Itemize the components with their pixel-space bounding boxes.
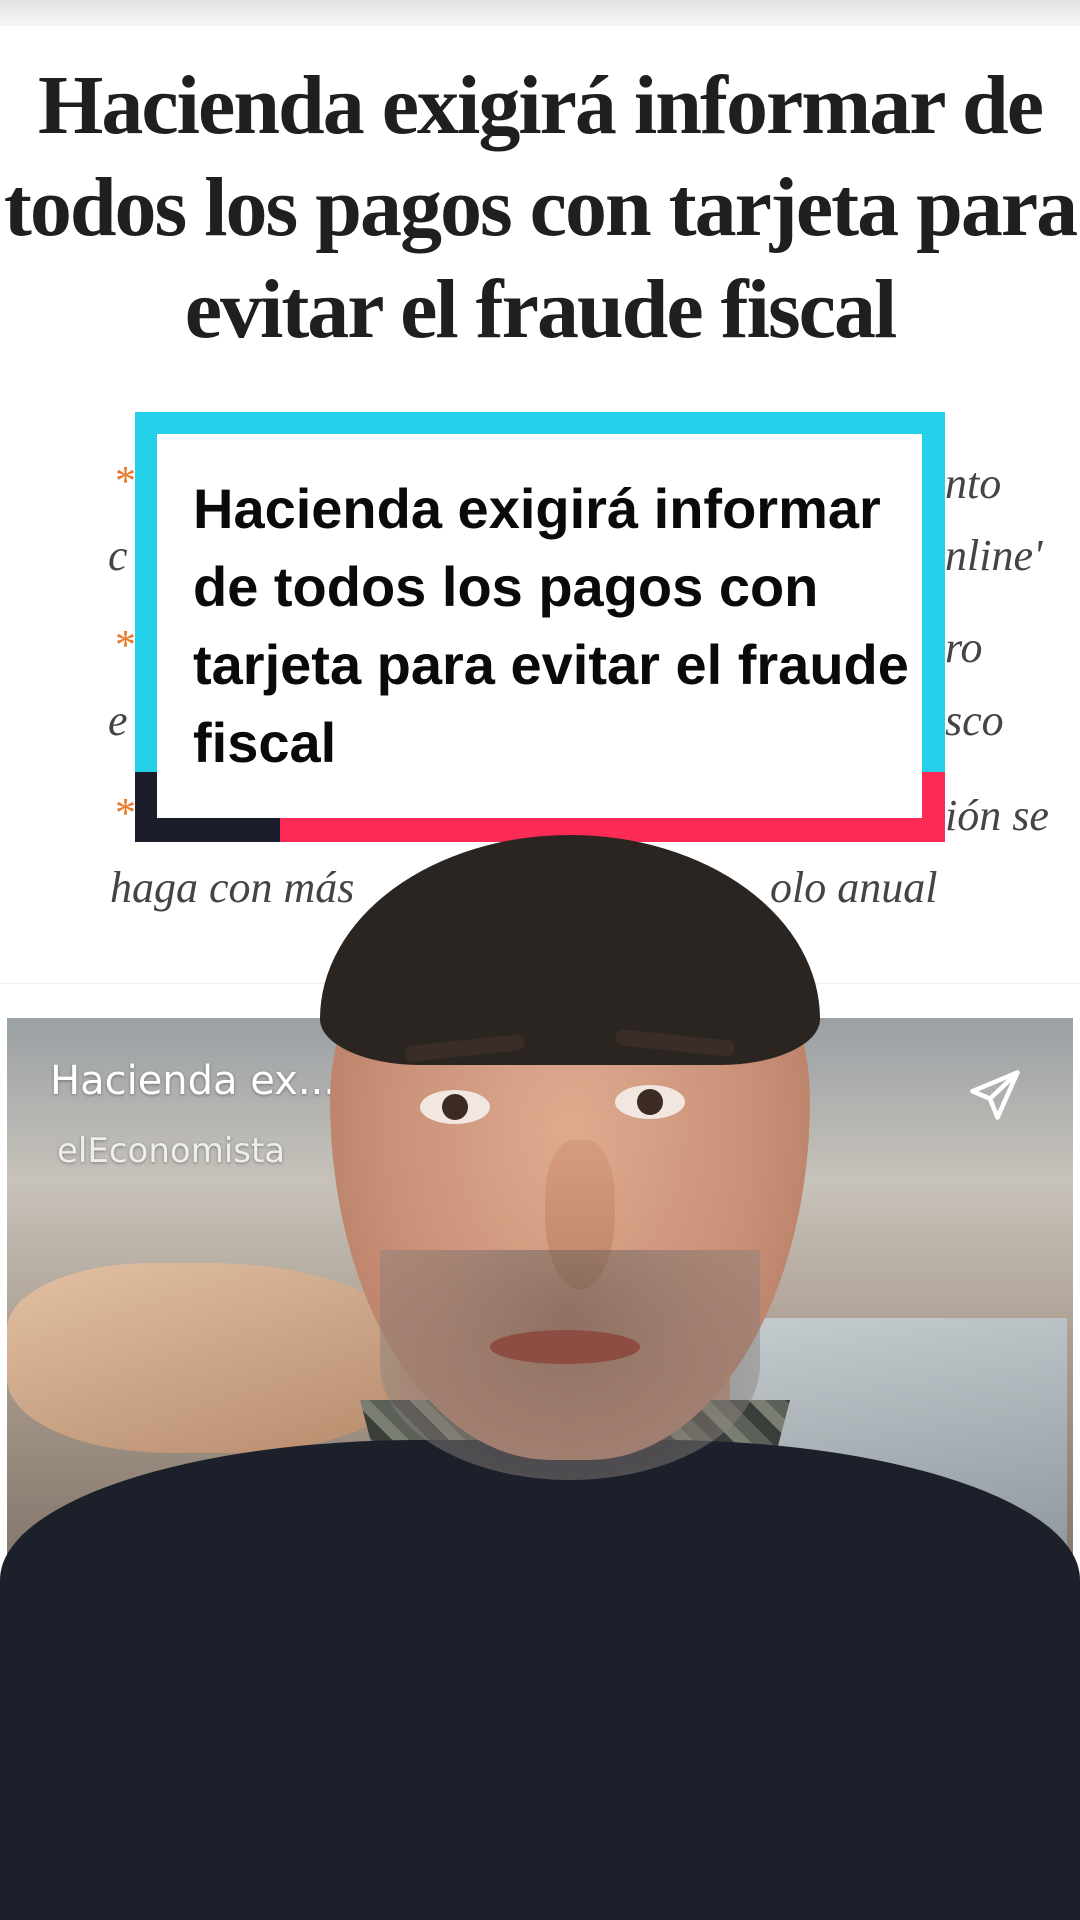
presenter-eye-left bbox=[420, 1090, 490, 1124]
bullet-fragment: ión se bbox=[945, 791, 1049, 840]
bullet-marker: * bbox=[115, 623, 136, 669]
presenter-mouth bbox=[490, 1330, 640, 1364]
bullet-marker: * bbox=[115, 459, 136, 505]
bullet-fragment: c bbox=[108, 531, 128, 580]
presenter-beard bbox=[380, 1250, 760, 1480]
bullet-fragment: ro bbox=[945, 623, 983, 672]
caption-overlay-text: Hacienda exigirá informar de todos los p… bbox=[193, 477, 909, 774]
bullet-fragment: nto bbox=[945, 459, 1002, 508]
bullet-fragment: e bbox=[108, 696, 128, 745]
presenter-eye-right bbox=[615, 1085, 685, 1119]
presenter-sweater bbox=[0, 1440, 1080, 1920]
article-headline: Hacienda exigirá informar de todos los p… bbox=[3, 59, 1078, 356]
top-bar bbox=[0, 0, 1080, 26]
bullet-fragment: sco bbox=[945, 696, 1004, 745]
bullet-marker: * bbox=[115, 791, 136, 837]
bullet-fragment: nline' bbox=[945, 531, 1043, 580]
